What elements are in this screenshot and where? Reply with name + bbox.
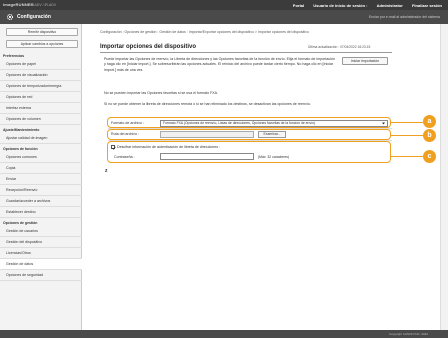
device-name: iR-ADV / iR-ADV bbox=[30, 2, 57, 7]
sidebar-item-store[interactable]: Guardar/acceder a archivos bbox=[0, 196, 82, 207]
callout-line-b bbox=[391, 135, 423, 137]
sidebar-item-display[interactable]: Opciones de visualización bbox=[0, 70, 82, 81]
login-user-name: Administrator bbox=[376, 2, 403, 8]
callout-badge-c: c bbox=[423, 150, 436, 163]
page-scrollbar[interactable] bbox=[440, 24, 448, 330]
login-user-label: Usuario de inicio de sesión : bbox=[313, 2, 368, 8]
sidebar-item-security[interactable]: Opciones de seguridad bbox=[0, 270, 82, 281]
callout-badge-a: a bbox=[423, 115, 436, 128]
footer: Copyright CANON INC. 2022 bbox=[0, 330, 448, 338]
sidebar-group-management: Opciones de gestión bbox=[3, 221, 38, 225]
description-text: Puede importar las Opciones de reenvío, … bbox=[104, 57, 335, 72]
sidebar-item-data-mgmt[interactable]: Gestión de datos bbox=[0, 259, 82, 270]
callout-badge-b: b bbox=[423, 129, 436, 142]
title-bar: Configuración Enviar por e-mail al admin… bbox=[0, 10, 448, 24]
apply-changes-button[interactable]: Aplicar cambios a opciones bbox=[6, 40, 78, 48]
callout-line-c bbox=[391, 156, 423, 158]
sidebar-item-timer[interactable]: Opciones de temporizador/energía bbox=[0, 81, 82, 92]
top-bar: imageRUNNER iR-ADV / iR-ADV Portal Usuar… bbox=[0, 0, 448, 10]
sidebar-item-send[interactable]: Enviar bbox=[0, 174, 82, 185]
sidebar-item-copy[interactable]: Copia bbox=[0, 163, 82, 174]
logout-link[interactable]: Finalizar sesión bbox=[412, 3, 442, 8]
copyright: Copyright CANON INC. 2022 bbox=[389, 332, 428, 336]
sidebar-item-receive[interactable]: Recepción/Reenvío bbox=[0, 185, 82, 196]
gear-icon bbox=[6, 13, 14, 21]
sidebar-item-network[interactable]: Opciones de red bbox=[0, 92, 82, 103]
mail-admin-link[interactable]: Enviar por e-mail al administrador del s… bbox=[369, 15, 440, 19]
last-update: Última actualización : 07/04/2022 16:23:… bbox=[308, 45, 371, 49]
forwarding-warning: Si no se puede obtener la libreta de dir… bbox=[104, 102, 311, 106]
sidebar-item-users[interactable]: Gestión de usuarios bbox=[0, 226, 82, 237]
callout-frame-b bbox=[107, 129, 391, 140]
callout-line-a bbox=[391, 122, 423, 124]
sidebar-item-destination[interactable]: Establecer destino bbox=[0, 207, 82, 218]
restart-device-button[interactable]: Remitir dispositivo bbox=[6, 28, 78, 36]
callout-frame-c bbox=[107, 141, 391, 163]
breadcrumb: Configuración : Opciones de gestión : Ge… bbox=[100, 30, 309, 34]
portal-link[interactable]: Portal bbox=[293, 3, 304, 8]
sidebar-group-functions: Opciones de función bbox=[3, 147, 38, 151]
fxa-note: No se pueden importar las Opciones favor… bbox=[104, 91, 219, 95]
sidebar-item-licenses[interactable]: Licencias/Otros bbox=[0, 248, 82, 259]
sidebar-item-image-quality[interactable]: Ajustar calidad de imagen bbox=[0, 133, 82, 144]
stray-char: z bbox=[105, 168, 108, 174]
title-divider bbox=[100, 52, 392, 53]
sidebar-item-common[interactable]: Opciones comunes bbox=[0, 152, 82, 163]
sidebar-group-preferences: Preferencias bbox=[3, 54, 25, 58]
sidebar-item-device-mgmt[interactable]: Gestión del dispositivo bbox=[0, 237, 82, 248]
settings-title: Configuración bbox=[17, 14, 51, 20]
sidebar-item-interface[interactable]: Interfaz externa bbox=[0, 103, 82, 114]
callout-frame-a bbox=[107, 117, 391, 128]
sidebar-item-volume[interactable]: Opciones de volumen bbox=[0, 114, 82, 125]
sidebar-item-paper[interactable]: Opciones de papel bbox=[0, 59, 82, 70]
sidebar: Remitir dispositivo Aplicar cambios a op… bbox=[0, 24, 82, 338]
top-links: Portal Usuario de inicio de sesión : Adm… bbox=[285, 3, 442, 8]
sidebar-group-maintenance: Ajuste/Mantenimiento bbox=[3, 128, 40, 132]
start-import-button[interactable]: Iniciar importación bbox=[342, 57, 388, 65]
page-title: Importar opciones del dispositivo bbox=[100, 44, 197, 50]
